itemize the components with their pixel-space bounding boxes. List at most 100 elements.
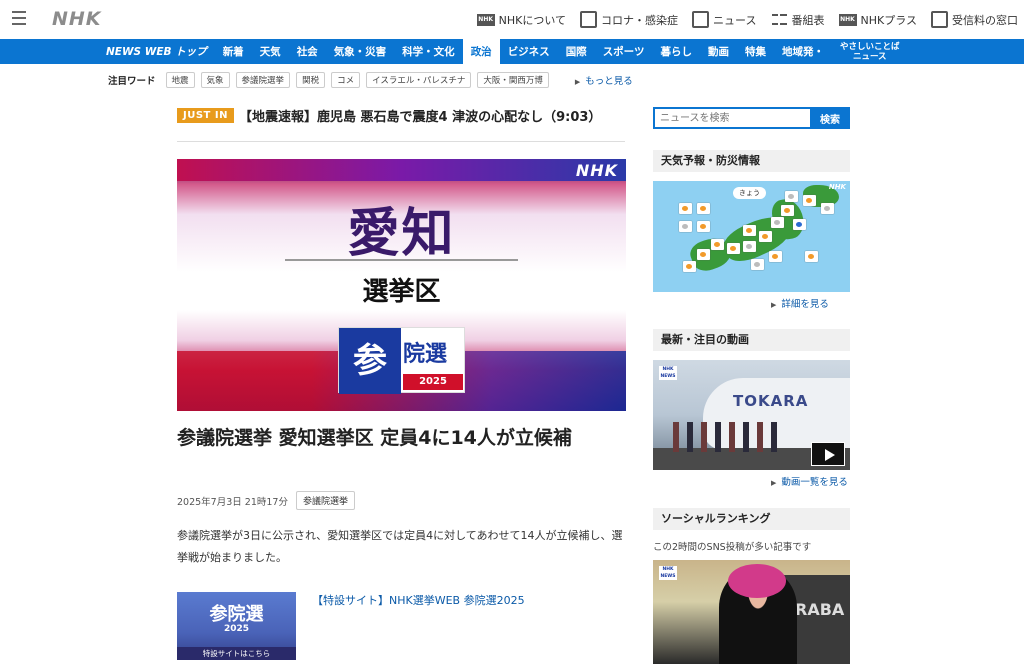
hero-divider — [285, 259, 518, 261]
nav-new[interactable]: 新着 — [215, 39, 252, 64]
tv-icon — [931, 11, 948, 28]
weather-pin — [793, 219, 806, 230]
sanin-election-logo: 参 院選 2025 — [338, 327, 465, 394]
news-icon — [692, 11, 710, 28]
ranking-subtitle: この2時間のSNS投稿が多い記事です — [653, 542, 812, 553]
keyword-chip[interactable]: 気象 — [200, 72, 230, 88]
nhk-news-badge: NHK NEWS — [659, 566, 677, 580]
play-icon[interactable] — [811, 442, 845, 466]
keyword-chip[interactable]: 大阪・関西万博 — [477, 72, 549, 88]
keyword-chip[interactable]: コメ — [331, 72, 361, 88]
just-in-banner: JUST IN 【地震速報】鹿児島 悪石島で震度4 津波の心配なし（9:03） — [177, 106, 625, 142]
top-header: NHK NHK NHKについて コロナ・感染症 ニュース 番組表 NHK NHK… — [0, 0, 1024, 39]
weather-nhk-watermark: NHK — [828, 183, 846, 191]
weather-pin — [743, 225, 756, 236]
article-tag[interactable]: 参議院選挙 — [295, 491, 355, 510]
nav-international[interactable]: 国際 — [558, 39, 595, 64]
nav-easy-news-label: やさしいことば ニュース — [839, 41, 900, 62]
weather-pin — [711, 239, 724, 250]
weather-today-label: きょう — [733, 187, 766, 199]
nhk-plus-icon: NHK — [838, 13, 857, 26]
keyword-chip[interactable]: 地震 — [165, 72, 195, 88]
weather-pin — [803, 195, 816, 206]
search-input[interactable] — [653, 107, 810, 129]
video-section-title: 最新・注目の動画 — [653, 329, 850, 351]
ranking-section-title: ソーシャルランキング — [653, 508, 850, 530]
nav-regional[interactable]: 地域発・ — [774, 39, 832, 64]
weather-pin — [679, 203, 692, 214]
menu-icon[interactable] — [12, 11, 26, 27]
nav-disaster[interactable]: 気象・災害 — [326, 39, 395, 64]
grid-icon — [771, 11, 788, 28]
license-fee-link[interactable]: 受信料の窓口 — [931, 11, 1018, 28]
nav-society[interactable]: 社会 — [289, 39, 326, 64]
hero-district: 選挙区 — [362, 277, 441, 307]
news-link[interactable]: ニュース — [692, 11, 757, 28]
program-guide-label: 番組表 — [791, 13, 825, 27]
nav-weather[interactable]: 天気 — [252, 39, 289, 64]
program-guide-link[interactable]: 番組表 — [771, 11, 825, 28]
special-site-thumbnail[interactable]: 参院選 2025 特設サイトはこちら — [177, 592, 296, 660]
special-thumb-year: 2025 — [223, 624, 250, 634]
weather-pin — [785, 191, 798, 202]
nav-feature[interactable]: 特集 — [737, 39, 774, 64]
article-date: 2025年7月3日 21時17分 — [177, 496, 288, 508]
virus-icon — [580, 11, 598, 28]
keyword-chip[interactable]: 参議院選挙 — [235, 72, 291, 88]
keyword-more-link[interactable]: もっと見る — [575, 73, 633, 87]
special-site-link[interactable]: 【特設サイト】NHK選挙WEB 参院選2025 — [312, 592, 525, 608]
about-nhk-link[interactable]: NHK NHKについて — [476, 12, 566, 28]
nhk-logo[interactable]: NHK — [52, 8, 102, 30]
keyword-chip[interactable]: 関税 — [296, 72, 326, 88]
weather-map[interactable]: きょう NHK — [653, 181, 850, 292]
hero-prefecture: 愛知 — [347, 203, 456, 264]
weather-pin — [727, 243, 740, 254]
nav-business[interactable]: ビジネス — [500, 39, 558, 64]
weather-pin — [683, 261, 696, 272]
search-button[interactable]: 検索 — [810, 107, 850, 129]
weather-pin — [771, 217, 784, 228]
sanin-logo-san: 参 — [339, 328, 401, 394]
weather-pin — [751, 259, 764, 270]
weather-pin — [781, 205, 794, 216]
corona-link[interactable]: コロナ・感染症 — [580, 11, 678, 28]
weather-pin — [821, 203, 834, 214]
keyword-chip[interactable]: イスラエル・パレスチナ — [366, 72, 472, 88]
nav-newsweb-top[interactable]: NEWS WEB トップ — [102, 39, 215, 64]
license-fee-label: 受信料の窓口 — [952, 13, 1018, 27]
weather-pin — [805, 251, 818, 262]
sanin-logo-year: 2025 — [403, 374, 463, 390]
nhk-news-badge: NHK NEWS — [659, 366, 677, 380]
nhk-logo-icon: NHK — [476, 13, 495, 26]
video-list-link[interactable]: 動画一覧を見る — [771, 474, 848, 488]
news-search: 検索 — [653, 107, 850, 129]
hero-nhk-watermark: NHK — [575, 161, 618, 180]
featured-video[interactable]: TOKARA NHK NEWS — [653, 360, 850, 470]
special-site-card: 参院選 2025 特設サイトはこちら 【特設サイト】NHK選挙WEB 参院選20… — [177, 592, 625, 660]
video-ship-text: TOKARA — [733, 392, 809, 410]
article-meta: 2025年7月3日 21時17分 参議院選挙 — [177, 491, 355, 510]
weather-section-title: 天気予報・防災情報 — [653, 150, 850, 172]
weather-pin — [743, 241, 756, 252]
nav-easy-news[interactable]: やさしいことば ニュース — [832, 39, 908, 64]
weather-pin — [697, 249, 710, 260]
main-nav: NEWS WEB トップ 新着 天気 社会 気象・災害 科学・文化 政治 ビジネ… — [0, 39, 1024, 64]
nav-sports[interactable]: スポーツ — [595, 39, 653, 64]
nav-life[interactable]: 暮らし — [652, 39, 700, 64]
nhk-plus-link[interactable]: NHK NHKプラス — [838, 12, 917, 28]
article-hero-image[interactable]: NHK 愛知 選挙区 参 院選 2025 — [177, 159, 626, 411]
nav-science[interactable]: 科学・文化 — [394, 39, 463, 64]
video-people — [673, 422, 783, 452]
just-in-headline[interactable]: 【地震速報】鹿児島 悪石島で震度4 津波の心配なし（9:03） — [239, 106, 601, 125]
ranking-person-hair — [728, 564, 786, 598]
article-title: 参議院選挙 愛知選挙区 定員4に14人が立候補 — [177, 427, 572, 449]
ranking-top-image[interactable]: RABA NHK NEWS — [653, 560, 850, 664]
nav-politics[interactable]: 政治 — [462, 39, 500, 64]
nav-video[interactable]: 動画 — [700, 39, 737, 64]
special-thumb-title: 参院選 — [209, 604, 264, 625]
hero-streak-top — [177, 159, 626, 181]
keyword-bar: 注目ワード 地震 気象 参議院選挙 関税 コメ イスラエル・パレスチナ 大阪・関… — [108, 72, 633, 88]
just-in-badge: JUST IN — [177, 108, 234, 123]
weather-more-link[interactable]: 詳細を見る — [771, 296, 829, 310]
ranking-bg-text: RABA — [795, 600, 845, 619]
